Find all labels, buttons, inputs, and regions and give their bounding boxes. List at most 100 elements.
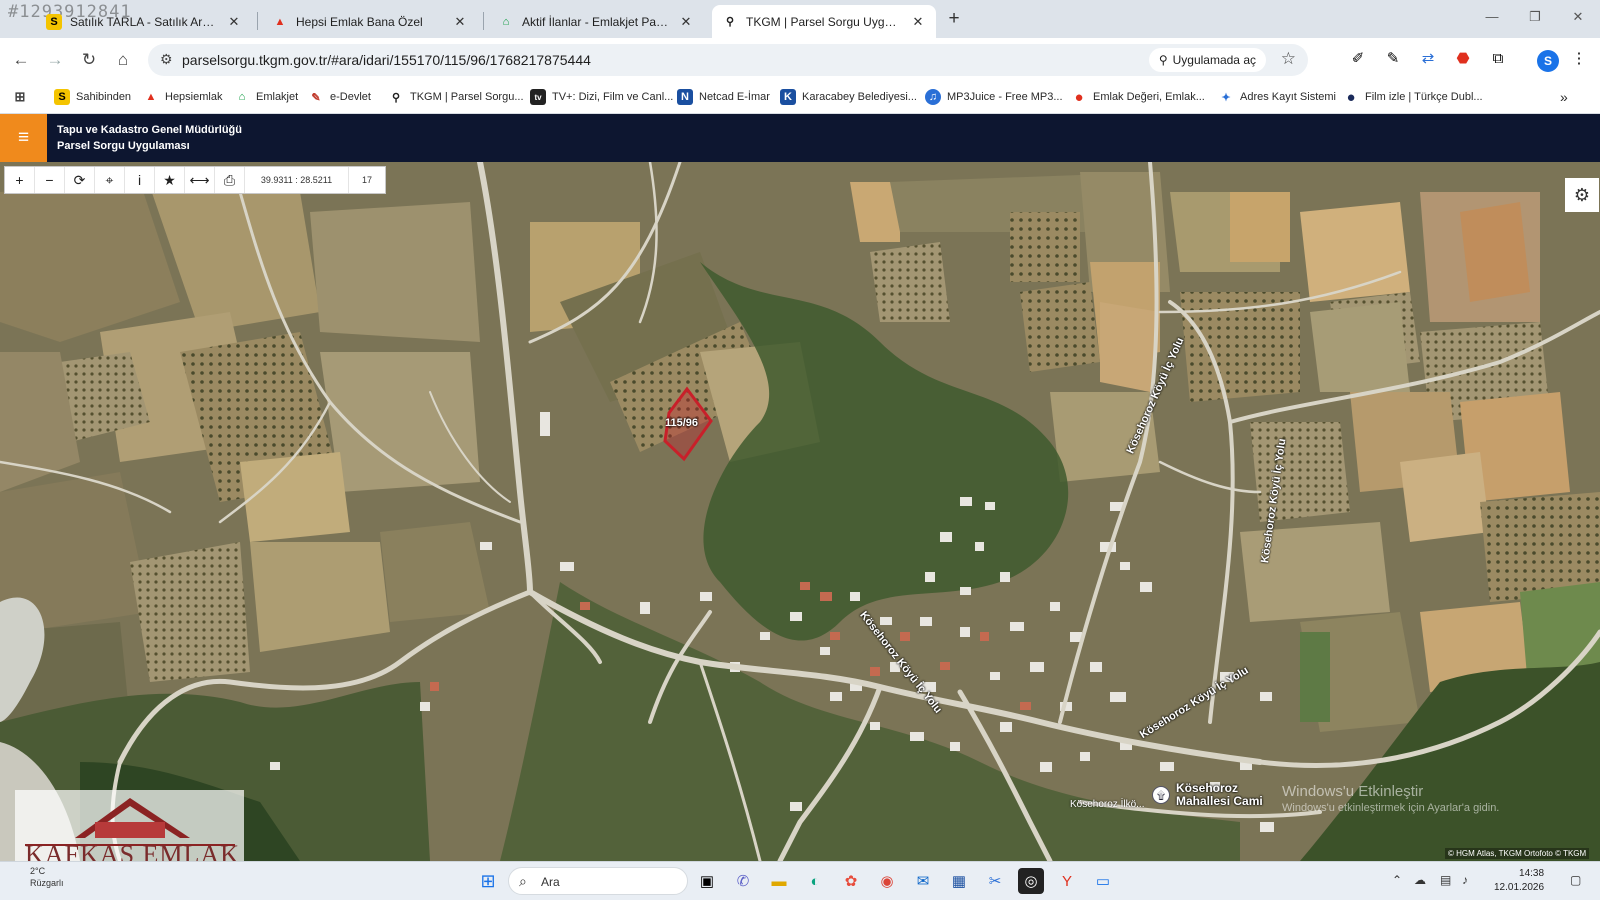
bookmark-netcad[interactable]: N Netcad E-İmar <box>677 87 770 107</box>
emlakjet-icon: ⌂ <box>238 91 246 103</box>
task-view-icon[interactable]: ▣ <box>694 868 720 894</box>
karacabey-icon: K <box>780 89 796 105</box>
bookmark-label: TV+: Dizi, Film ve Canl... <box>552 91 674 103</box>
tv-icon: tv <box>530 89 546 105</box>
notification-bell-icon[interactable]: ▢ <box>1570 873 1581 887</box>
file-explorer-icon[interactable]: ▬ <box>766 868 792 894</box>
weather-widget[interactable]: 2°C Rüzgarlı <box>30 865 64 889</box>
bookmark-edevlet[interactable]: ✎ e-Devlet <box>308 87 371 107</box>
bookmark-tkgm[interactable]: ⚲ TKGM | Parsel Sorgu... <box>388 87 524 107</box>
adblock-extension-icon[interactable]: ⬣ <box>1452 48 1474 70</box>
volume-icon[interactable]: ♪ <box>1462 873 1468 887</box>
teams-icon[interactable]: ✆ <box>730 868 756 894</box>
close-tab-icon[interactable]: ✕ <box>452 14 468 30</box>
yandex-icon[interactable]: Y <box>1054 868 1080 894</box>
tab-title: Hepsi Emlak Bana Özel <box>296 14 423 29</box>
tab-emlakjet[interactable]: ⌂ Aktif İlanlar - Emlakjet Panel ✕ <box>488 5 704 38</box>
favorite-star-icon[interactable]: ★ <box>155 167 185 193</box>
measure-ruler-icon[interactable]: ⟷ <box>185 167 215 193</box>
satellite-map[interactable]: 115/96 Kösehoroz Köyü İç Yolu Kösehoroz … <box>0 162 1600 861</box>
tab-title: Satılık TARLA - Satılık Arsa İlanları <box>70 14 218 29</box>
store-icon[interactable]: ▦ <box>946 868 972 894</box>
bookmark-film-izle[interactable]: ● Film izle | Türkçe Dubl... <box>1343 87 1482 107</box>
extensions-puzzle-icon[interactable]: ⧉ <box>1487 48 1509 70</box>
tab-tkgm-active[interactable]: ⚲ TKGM | Parsel Sorgu Uygulaması ✕ <box>712 5 936 38</box>
activate-windows-subtitle: Windows'u etkinleştirmek için Ayarlar'a … <box>1282 802 1500 814</box>
map-settings-gear-icon[interactable]: ⚙ <box>1565 178 1599 212</box>
zoom-in-icon[interactable]: + <box>5 167 35 193</box>
bookmark-label: Karacabey Belediyesi... <box>802 91 917 103</box>
map-pin-favicon-icon: ⚲ <box>725 16 735 28</box>
restore-window-icon[interactable]: ❐ <box>1525 9 1545 25</box>
clock-time: 14:38 <box>1519 868 1545 879</box>
snipping-tool-icon[interactable]: ✂ <box>982 868 1008 894</box>
bookmark-label: Adres Kayıt Sistemi <box>1240 91 1336 103</box>
apps-grid-icon[interactable]: ⊞ <box>12 87 28 107</box>
address-bar[interactable]: ⚙ parselsorgu.tkgm.gov.tr/#ara/idari/155… <box>148 44 1308 76</box>
reload-icon[interactable]: ↻ <box>78 49 100 71</box>
print-icon[interactable]: ⎙ <box>215 167 245 193</box>
browser-menu-icon[interactable]: ⋮ <box>1568 48 1590 70</box>
app-icon[interactable]: ◎ <box>1018 868 1044 894</box>
edevlet-icon: ✎ <box>311 91 321 104</box>
pen-extension-icon[interactable]: ✎ <box>1382 48 1404 70</box>
locate-crosshair-icon[interactable]: ⌖ <box>95 167 125 193</box>
menu-hamburger-icon[interactable]: ≡ <box>0 114 47 162</box>
taskbar-search[interactable]: ⌕ Ara <box>508 867 688 895</box>
chrome-browser-icon[interactable]: ◉ <box>874 868 900 894</box>
info-icon[interactable]: i <box>125 167 155 193</box>
search-icon: ⌕ <box>519 873 527 889</box>
tab-hepsiemlak[interactable]: ▲ Hepsi Emlak Bana Özel ✕ <box>262 5 478 38</box>
minimize-window-icon[interactable]: — <box>1482 9 1502 24</box>
bookmark-label: Hepsiemlak <box>165 91 223 103</box>
url-text[interactable]: parselsorgu.tkgm.gov.tr/#ara/idari/15517… <box>182 52 591 68</box>
app-header: ≡ Tapu ve Kadastro Genel Müdürlüğü Parse… <box>0 114 1600 162</box>
remote-desktop-icon[interactable]: ▭ <box>1090 868 1116 894</box>
tray-app-icon[interactable]: ☁ <box>1414 873 1426 887</box>
site-settings-icon[interactable]: ⚙ <box>160 51 173 68</box>
edge-browser-icon[interactable]: ◐ <box>802 868 828 894</box>
close-window-icon[interactable]: ✕ <box>1568 9 1588 25</box>
bookmark-tvplus[interactable]: tv TV+: Dizi, Film ve Canl... <box>530 87 673 107</box>
bookmark-mp3juice[interactable]: ♫ MP3Juice - Free MP3... <box>925 87 1063 107</box>
bookmark-star-icon[interactable]: ☆ <box>1281 49 1296 69</box>
bookmark-label: e-Devlet <box>330 91 371 103</box>
eyedropper-extension-icon[interactable]: ✐ <box>1347 48 1369 70</box>
start-windows-icon[interactable]: ⊞ <box>475 868 501 894</box>
system-clock[interactable]: 14:38 12.01.2026 <box>1494 867 1544 895</box>
tray-chevron-up-icon[interactable]: ⌃ <box>1392 873 1402 887</box>
mosque-label: Kösehoroz Mahallesi Cami <box>1176 782 1263 808</box>
close-tab-icon[interactable]: ✕ <box>910 14 926 30</box>
close-tab-icon[interactable]: ✕ <box>226 14 242 30</box>
outlook-icon[interactable]: ✉ <box>910 868 936 894</box>
home-icon[interactable]: ⌂ <box>112 49 134 71</box>
mosque-poi[interactable]: ۩ Kösehoroz Mahallesi Cami <box>1152 782 1263 808</box>
network-icon[interactable]: ▤ <box>1440 873 1451 887</box>
zoom-out-icon[interactable]: − <box>35 167 65 193</box>
profile-avatar[interactable]: S <box>1537 50 1559 72</box>
bookmark-adres-kayit[interactable]: ✦ Adres Kayıt Sistemi <box>1218 87 1336 107</box>
bookmark-emlakjet[interactable]: ⌂ Emlakjet <box>234 87 299 107</box>
browser-toolbar: ← → ↻ ⌂ ⚙ parselsorgu.tkgm.gov.tr/#ara/i… <box>0 38 1600 80</box>
new-tab-button[interactable]: + <box>942 8 966 32</box>
back-arrow-icon[interactable]: ← <box>10 49 32 71</box>
emlak-degeri-icon: ● <box>1074 88 1084 106</box>
sahibinden-favicon-icon: S <box>46 13 62 30</box>
bookmark-emlak-degeri[interactable]: ● Emlak Değeri, Emlak... <box>1071 87 1204 107</box>
close-tab-icon[interactable]: ✕ <box>678 14 694 30</box>
copilot-icon[interactable]: ✿ <box>838 868 864 894</box>
adres-kayit-icon: ✦ <box>1221 91 1231 104</box>
app-title-line2: Parsel Sorgu Uygulaması <box>57 140 190 152</box>
translate-extension-icon[interactable]: ⇄ <box>1417 48 1439 70</box>
parcel-number-label[interactable]: 115/96 <box>665 417 698 429</box>
bookmark-karacabey[interactable]: K Karacabey Belediyesi... <box>780 87 917 107</box>
bookmark-hepsiemlak[interactable]: ▲ Hepsiemlak <box>143 87 223 107</box>
mosque-label-line2: Mahallesi Cami <box>1176 794 1263 808</box>
more-bookmarks-chevron-icon[interactable]: » <box>1560 87 1568 107</box>
open-in-app-button[interactable]: ⚲ Uygulamada aç <box>1148 48 1266 72</box>
tab-title: TKGM | Parsel Sorgu Uygulaması <box>746 14 902 29</box>
forward-arrow-icon[interactable]: → <box>44 49 66 71</box>
bookmark-sahibinden[interactable]: S Sahibinden <box>54 87 131 107</box>
tab-sahibinden[interactable]: S Satılık TARLA - Satılık Arsa İlanları … <box>36 5 252 38</box>
refresh-icon[interactable]: ⟳ <box>65 167 95 193</box>
